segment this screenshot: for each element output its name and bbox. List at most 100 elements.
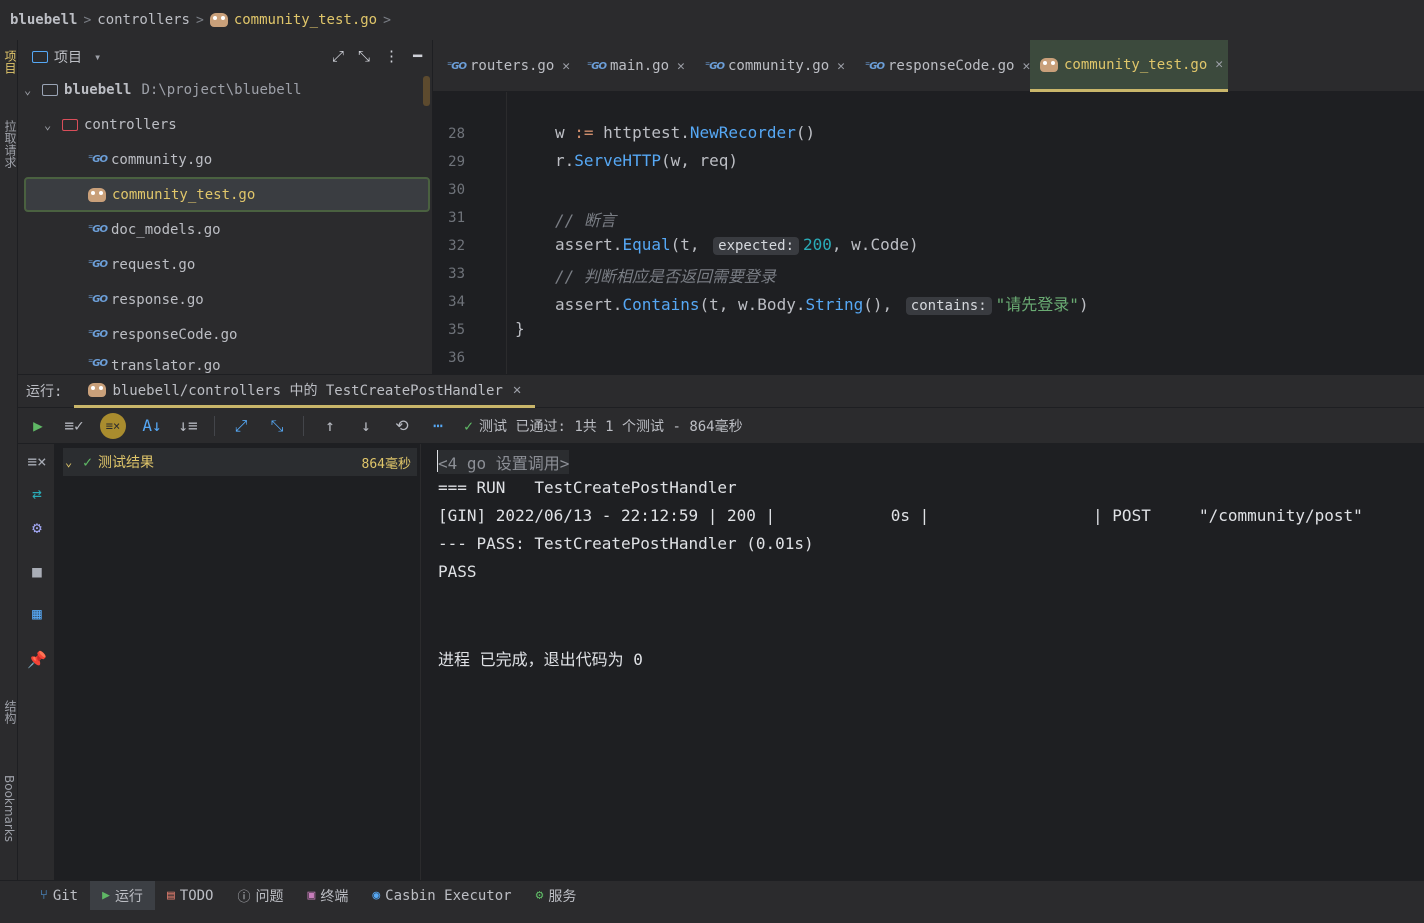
collapse-all-icon[interactable]: ⤡ <box>358 47 370 65</box>
console-line[interactable]: <4 go 设置调用> <box>438 450 570 474</box>
terminal-icon: ▣ <box>307 888 316 903</box>
tree-file-label: community_test.go <box>112 186 256 203</box>
close-icon[interactable]: ✕ <box>513 382 521 398</box>
sort-duration-icon[interactable]: ↓≡ <box>178 416 198 435</box>
tab-routers-go[interactable]: ⁼GO routers.go ✕ <box>433 40 573 92</box>
tab-responsecode-go[interactable]: ⁼GO responseCode.go ✕ <box>851 40 1031 92</box>
go-file-icon: ⁼GO <box>88 224 108 235</box>
tree-file-label: response.go <box>111 291 204 308</box>
project-tool-button[interactable]: 项目 <box>2 50 19 74</box>
project-panel: 项目 ▾ ⤢ ⤡ ⋮ ━ ⌄ bluebell D:\project\blueb… <box>18 40 433 374</box>
expand-all-icon[interactable]: ⤢ <box>231 416 251 436</box>
param-hint-contains: contains: <box>905 297 992 315</box>
line-number-gutter: 28 29 30 31 32 33 34 35 36 <box>433 92 507 374</box>
tree-file-label: doc_models.go <box>111 221 221 238</box>
run-config-tab[interactable]: bluebell/controllers 中的 TestCreatePostHa… <box>74 374 536 408</box>
go-file-icon: ⁼GO <box>88 294 108 305</box>
gear-icon[interactable]: ⚙ <box>26 518 48 537</box>
chevron-down-icon[interactable]: ⌄ <box>24 83 42 97</box>
breadcrumb-file[interactable]: community_test.go <box>234 12 377 28</box>
line-number: 31 <box>448 210 465 226</box>
play-icon: ▶ <box>102 888 110 903</box>
code-editor[interactable]: 28 29 30 31 32 33 34 35 36 w := httptest… <box>433 92 1424 374</box>
check-circle-icon: ✓ <box>464 416 474 435</box>
problems-tool-button[interactable]: ⓘ 问题 <box>225 881 295 911</box>
line-number: 29 <box>448 154 465 170</box>
close-icon[interactable]: ✕ <box>1215 57 1223 72</box>
chevron-down-icon[interactable]: ▾ <box>94 50 101 64</box>
code-line-34: assert.Contains(t, w.Body.String(), cont… <box>555 295 1089 315</box>
show-ignored-icon[interactable]: ≡× <box>100 412 126 439</box>
breadcrumb-folder[interactable]: controllers <box>97 12 190 28</box>
git-tool-button[interactable]: ⑂ Git <box>28 881 90 911</box>
run-label: 运行: <box>26 384 63 400</box>
tree-file-label: request.go <box>111 256 196 273</box>
run-tool-button[interactable]: ▶ 运行 <box>90 880 155 911</box>
tab-main-go[interactable]: ⁼GO main.go ✕ <box>573 40 691 92</box>
show-passed-icon[interactable]: ≡✓ <box>64 416 84 435</box>
scrollbar-thumb[interactable] <box>423 76 430 106</box>
tree-file-selected[interactable]: community_test.go <box>24 177 430 212</box>
hide-panel-icon[interactable]: ━ <box>413 47 422 65</box>
clear-icon[interactable]: ≡× <box>26 452 48 471</box>
tab-community-go[interactable]: ⁼GO community.go ✕ <box>691 40 851 92</box>
tree-file[interactable]: ⁼GO translator.go <box>18 352 430 374</box>
swap-icon[interactable]: ⇄ <box>26 484 48 503</box>
tree-file-label: translator.go <box>111 358 221 374</box>
chevron-down-icon[interactable]: ⌄ <box>65 455 83 469</box>
project-panel-title[interactable]: 项目 <box>54 47 82 67</box>
expand-all-icon[interactable]: ⤢ <box>332 47 344 65</box>
casbin-icon: ◉ <box>372 888 381 903</box>
code-line-31: // 断言 <box>555 211 616 230</box>
breadcrumb-project[interactable]: bluebell <box>10 12 77 28</box>
history-icon[interactable]: ⟲ <box>392 416 412 435</box>
tree-file[interactable]: ⁼GO responseCode.go <box>18 317 430 352</box>
tree-file[interactable]: ⁼GO request.go <box>18 247 430 282</box>
close-icon[interactable]: ✕ <box>837 59 845 74</box>
more-options-icon[interactable]: ⋮ <box>384 47 399 65</box>
todo-tool-button[interactable]: ▤ TODO <box>155 881 226 911</box>
tab-community-test-go[interactable]: community_test.go ✕ <box>1030 40 1228 92</box>
console-line: 进程 已完成，退出代码为 0 <box>438 650 643 669</box>
tree-file[interactable]: ⁼GO community.go <box>18 142 430 177</box>
tree-folder-controllers[interactable]: ⌄ controllers <box>18 107 430 142</box>
tree-file[interactable]: ⁼GO response.go <box>18 282 430 317</box>
tab-label: responseCode.go <box>888 58 1015 74</box>
go-file-icon: ⁼GO <box>88 154 108 165</box>
chevron-down-icon[interactable]: ⌄ <box>44 118 62 132</box>
pull-requests-tool-button[interactable]: 拉取请求 <box>2 120 19 168</box>
code-line-32: assert.Equal(t, expected: 200, w.Code) <box>555 235 919 255</box>
services-tool-button[interactable]: ⚙ 服务 <box>524 881 589 911</box>
terminal-tool-button[interactable]: ▣ 终端 <box>296 881 361 911</box>
status-bar <box>0 910 1424 923</box>
sort-alpha-icon[interactable]: A↓ <box>142 416 162 435</box>
gopher-test-file-icon <box>1040 57 1058 72</box>
folder-icon <box>32 51 48 63</box>
tree-file-label: responseCode.go <box>111 326 238 343</box>
tool-label: 运行 <box>114 888 143 905</box>
test-results-row[interactable]: ⌄ ✓ 测试结果 864毫秒 <box>63 448 417 476</box>
rerun-icon[interactable]: ▶ <box>28 416 48 435</box>
stop-icon[interactable]: ■ <box>26 562 48 581</box>
arrow-down-icon[interactable]: ↓ <box>356 416 376 435</box>
go-file-icon: ⁼GO <box>587 60 607 72</box>
test-results-tree: ⌄ ✓ 测试结果 864毫秒 <box>55 444 421 880</box>
chevron-right-icon: > <box>83 12 92 28</box>
tree-root[interactable]: ⌄ bluebell D:\project\bluebell <box>18 72 430 107</box>
layout-icon[interactable]: ▦ <box>26 604 48 623</box>
gopher-test-file-icon <box>88 187 106 202</box>
console-line: PASS <box>438 562 477 581</box>
bookmarks-tool-button[interactable]: Bookmarks <box>2 775 16 842</box>
close-icon[interactable]: ✕ <box>562 59 570 74</box>
collapse-all-icon[interactable]: ⤡ <box>267 416 287 436</box>
more-icon[interactable]: ⋯ <box>428 416 448 435</box>
close-icon[interactable]: ✕ <box>677 59 685 74</box>
tree-file[interactable]: ⁼GO doc_models.go <box>18 212 430 247</box>
structure-tool-button[interactable]: 结构 <box>2 700 19 724</box>
console-output[interactable]: <4 go 设置调用> === RUN TestCreatePostHandle… <box>421 444 1424 880</box>
go-file-icon: ⁼GO <box>88 259 108 270</box>
arrow-up-icon[interactable]: ↑ <box>320 416 340 435</box>
casbin-tool-button[interactable]: ◉ Casbin Executor <box>360 881 523 911</box>
run-tab-bar: 运行: bluebell/controllers 中的 TestCreatePo… <box>18 374 1424 408</box>
pin-icon[interactable]: 📌 <box>26 650 48 669</box>
